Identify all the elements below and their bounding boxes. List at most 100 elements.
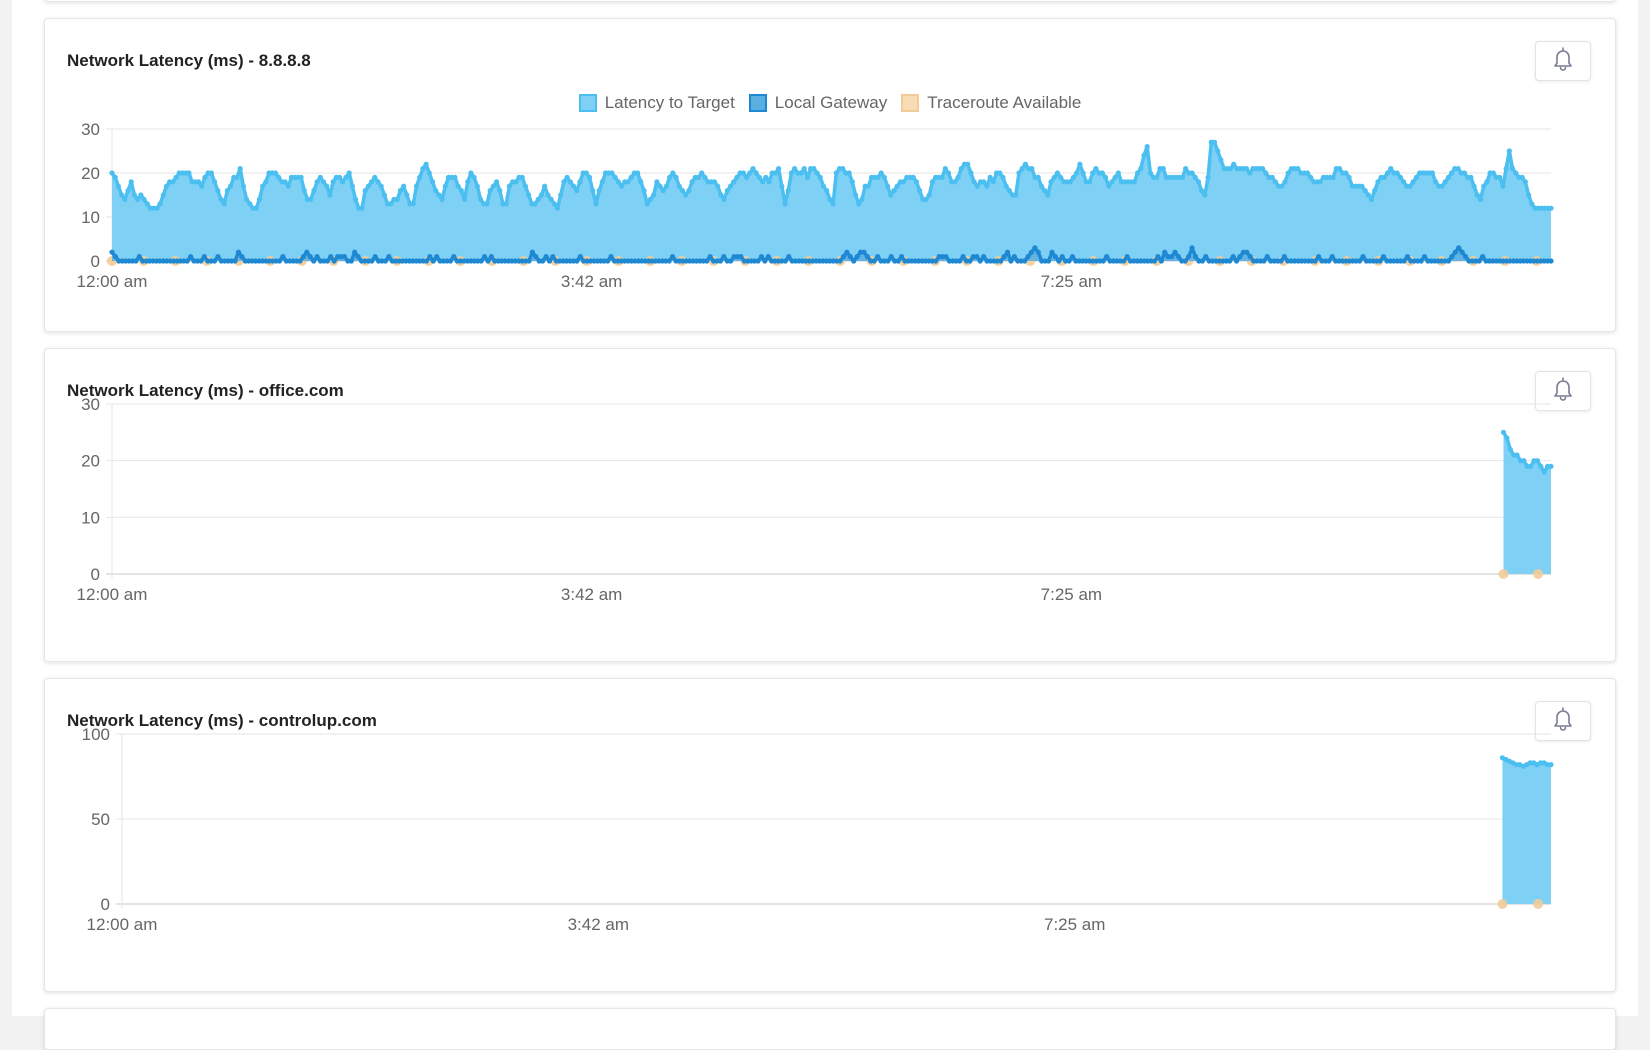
- data-point[interactable]: [1106, 183, 1112, 189]
- data-point[interactable]: [109, 170, 115, 176]
- data-point[interactable]: [1048, 179, 1054, 185]
- data-point[interactable]: [122, 196, 128, 202]
- data-point[interactable]: [814, 170, 820, 176]
- data-point[interactable]: [1004, 249, 1011, 255]
- data-point[interactable]: [824, 188, 830, 194]
- data-point[interactable]: [256, 196, 263, 202]
- data-point[interactable]: [1375, 179, 1381, 185]
- data-point[interactable]: [1211, 139, 1218, 145]
- data-point[interactable]: [328, 254, 334, 260]
- data-point[interactable]: [1179, 174, 1186, 180]
- data-point[interactable]: [546, 258, 553, 264]
- data-point[interactable]: [1336, 166, 1343, 172]
- data-point[interactable]: [1227, 258, 1233, 264]
- data-point[interactable]: [1059, 254, 1065, 260]
- data-point[interactable]: [1429, 170, 1436, 176]
- data-point[interactable]: [738, 254, 744, 260]
- data-point[interactable]: [304, 249, 310, 255]
- data-point[interactable]: [301, 188, 307, 194]
- data-point[interactable]: [1461, 170, 1468, 176]
- data-point[interactable]: [481, 254, 488, 260]
- data-point[interactable]: [157, 201, 163, 207]
- data-point[interactable]: [1308, 174, 1314, 180]
- data-point[interactable]: [1404, 254, 1411, 260]
- data-point[interactable]: [311, 188, 317, 194]
- data-point[interactable]: [352, 196, 359, 202]
- data-point[interactable]: [574, 188, 580, 194]
- data-point[interactable]: [154, 205, 160, 211]
- data-point[interactable]: [864, 254, 870, 260]
- data-point[interactable]: [1134, 170, 1141, 176]
- data-point[interactable]: [1445, 258, 1452, 264]
- data-point[interactable]: [583, 170, 589, 176]
- data-point[interactable]: [195, 179, 202, 185]
- data-point[interactable]: [423, 258, 430, 264]
- data-point[interactable]: [990, 179, 996, 185]
- data-point[interactable]: [1513, 170, 1519, 176]
- data-point[interactable]: [1051, 174, 1057, 180]
- data-point[interactable]: [1449, 254, 1455, 260]
- scrollbar-track[interactable]: [1638, 0, 1650, 1016]
- data-point[interactable]: [1346, 174, 1352, 180]
- data-point[interactable]: [1001, 254, 1007, 260]
- data-point[interactable]: [788, 170, 795, 176]
- data-point[interactable]: [1259, 166, 1266, 172]
- data-point[interactable]: [426, 170, 432, 176]
- data-point[interactable]: [881, 174, 887, 180]
- data-point[interactable]: [1000, 174, 1006, 180]
- data-point[interactable]: [317, 174, 323, 180]
- data-point[interactable]: [1028, 249, 1035, 255]
- data-point[interactable]: [545, 192, 551, 198]
- data-point[interactable]: [971, 179, 977, 185]
- data-point[interactable]: [984, 183, 990, 189]
- data-point[interactable]: [1038, 183, 1045, 189]
- data-point[interactable]: [543, 254, 549, 260]
- data-point[interactable]: [551, 201, 557, 207]
- data-point[interactable]: [967, 258, 973, 264]
- data-point[interactable]: [340, 179, 346, 185]
- data-point[interactable]: [561, 179, 567, 185]
- data-point[interactable]: [1121, 258, 1127, 264]
- data-point[interactable]: [837, 258, 843, 264]
- traceroute-point[interactable]: [1533, 899, 1544, 909]
- data-point[interactable]: [894, 183, 900, 189]
- data-point[interactable]: [1205, 174, 1211, 180]
- data-point[interactable]: [109, 249, 115, 255]
- data-point[interactable]: [1295, 166, 1301, 172]
- data-point[interactable]: [974, 254, 980, 260]
- data-point[interactable]: [1074, 170, 1080, 176]
- data-point[interactable]: [221, 201, 227, 207]
- data-point[interactable]: [263, 179, 269, 185]
- data-point[interactable]: [1016, 170, 1022, 176]
- data-point[interactable]: [1025, 254, 1031, 260]
- data-point[interactable]: [1468, 174, 1474, 180]
- data-point[interactable]: [888, 192, 894, 198]
- data-point[interactable]: [717, 258, 724, 264]
- data-point[interactable]: [362, 188, 368, 194]
- data-point[interactable]: [138, 192, 144, 198]
- data-point[interactable]: [234, 174, 240, 180]
- data-point[interactable]: [1442, 179, 1448, 185]
- data-point[interactable]: [1455, 166, 1461, 172]
- data-point[interactable]: [474, 183, 480, 189]
- data-point[interactable]: [282, 179, 288, 185]
- data-point[interactable]: [878, 170, 884, 176]
- data-point[interactable]: [506, 183, 513, 189]
- data-point[interactable]: [574, 258, 580, 264]
- data-point[interactable]: [1315, 254, 1322, 260]
- data-point[interactable]: [1199, 258, 1205, 264]
- data-point[interactable]: [320, 179, 327, 185]
- data-point[interactable]: [1077, 161, 1083, 167]
- data-point[interactable]: [346, 170, 352, 176]
- data-point[interactable]: [981, 254, 987, 260]
- data-point[interactable]: [1045, 192, 1051, 198]
- data-point[interactable]: [942, 166, 948, 172]
- data-point[interactable]: [811, 166, 817, 172]
- data-point[interactable]: [1045, 258, 1052, 264]
- data-point[interactable]: [1067, 179, 1073, 185]
- data-point[interactable]: [276, 174, 282, 180]
- data-point[interactable]: [1151, 258, 1158, 264]
- data-point[interactable]: [327, 192, 333, 198]
- data-point[interactable]: [1356, 258, 1363, 264]
- data-point[interactable]: [235, 249, 242, 255]
